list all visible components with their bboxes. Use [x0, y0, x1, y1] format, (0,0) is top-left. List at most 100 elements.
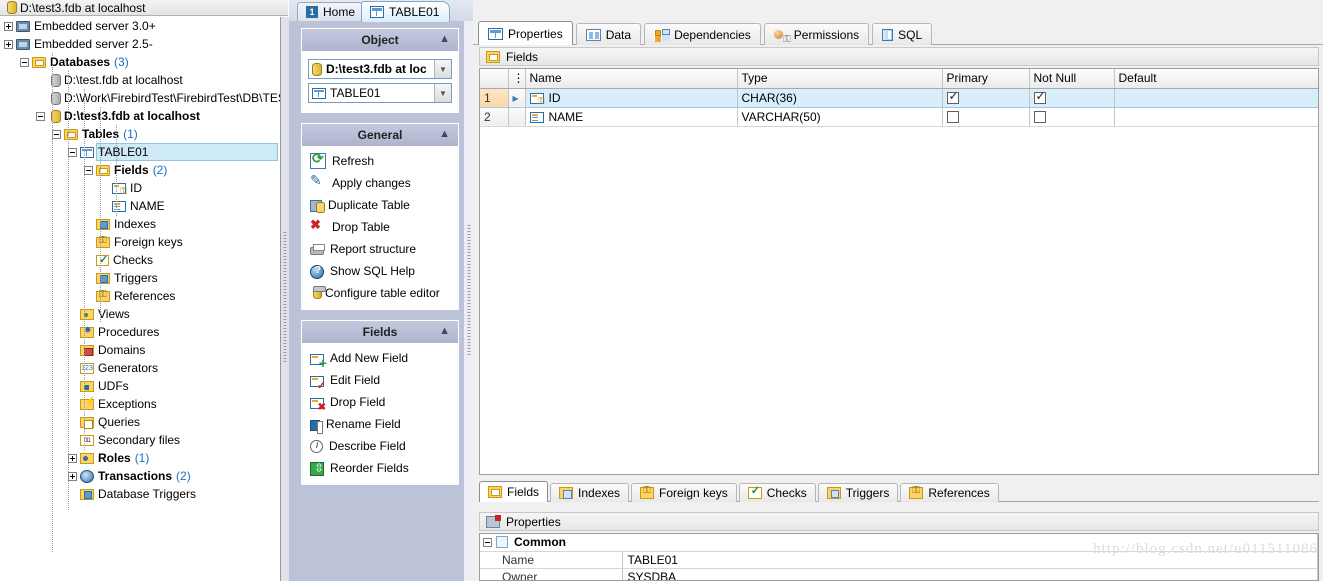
column-header-default[interactable]: Default	[1114, 69, 1318, 89]
table-selector[interactable]: TABLE01 ▼	[308, 83, 452, 103]
expand-icon[interactable]	[4, 39, 13, 49]
tree-item-id[interactable]: ID	[0, 179, 280, 197]
detail-tab-fields[interactable]: Fields	[479, 481, 549, 502]
document-tab-home[interactable]: 1 Home	[297, 2, 367, 21]
right-splitter[interactable]	[464, 0, 473, 581]
tree-item-d-test3-fdb-at-localhost[interactable]: D:\test3.fdb at localhost	[0, 107, 280, 125]
cell-not-null-checkbox[interactable]	[1029, 107, 1115, 127]
fields-grid[interactable]: ⋮NameTypePrimaryNot NullDefault 1▸ ID CHAR…	[479, 68, 1319, 475]
right-splitter-grip[interactable]	[467, 225, 470, 355]
action-drop-field[interactable]: Drop Field	[302, 391, 458, 413]
tree-item-tables[interactable]: Tables(1)	[0, 125, 280, 143]
action-configure-table-editor[interactable]: Configure table editor	[302, 282, 458, 304]
document-tab-table01[interactable]: TABLE01	[361, 1, 451, 22]
cell-default[interactable]	[1114, 107, 1318, 127]
column-header-name[interactable]: Name	[525, 69, 738, 89]
object-panel-header[interactable]: Object ▲	[302, 29, 458, 51]
view-tab-sql[interactable]: SQL	[872, 23, 933, 45]
cell-name[interactable]: ID	[525, 87, 738, 108]
collapse-icon[interactable]	[20, 57, 29, 67]
detail-tab-foreign-keys[interactable]: Foreign keys	[631, 483, 737, 502]
tree-item-procedures[interactable]: Procedures	[0, 323, 280, 341]
view-tab-properties[interactable]: Properties	[478, 21, 573, 45]
collapse-chevron-icon[interactable]: ▲	[439, 325, 450, 337]
tree-item-triggers[interactable]: Triggers	[0, 269, 280, 287]
detail-tab-triggers[interactable]: Triggers	[817, 483, 899, 502]
table-row[interactable]: 2 NAME VARCHAR(50)	[480, 107, 1318, 127]
collapse-icon[interactable]	[84, 165, 93, 175]
cell-type[interactable]: CHAR(36)	[737, 87, 943, 108]
detail-tab-indexes[interactable]: Indexes	[550, 483, 630, 502]
action-show-sql-help[interactable]: Show SQL Help	[302, 260, 458, 282]
action-add-new-field[interactable]: Add New Field	[302, 347, 458, 371]
cell-not-null-checkbox[interactable]	[1029, 87, 1115, 108]
cell-name[interactable]: NAME	[525, 107, 738, 127]
property-row[interactable]: Owner SYSDBA	[480, 568, 1318, 580]
expand-icon[interactable]	[68, 471, 77, 481]
tree-item-transactions[interactable]: Transactions (2)	[0, 467, 280, 485]
detail-tab-references[interactable]: References	[900, 483, 999, 502]
collapse-icon[interactable]	[52, 129, 61, 139]
action-report-structure[interactable]: Report structure	[302, 238, 458, 260]
checkbox-checked-icon[interactable]	[1033, 89, 1046, 104]
column-header-not-null[interactable]: Not Null	[1029, 69, 1115, 89]
collapse-icon[interactable]	[68, 147, 77, 157]
expand-icon[interactable]	[68, 453, 77, 463]
tree-item-embedded-server-2-5[interactable]: Embedded server 2.5-	[0, 35, 280, 53]
cell-primary-checkbox[interactable]	[942, 87, 1030, 108]
tree-item-d-work-firebirdtest-firebirdtest-db-test-f[interactable]: D:\Work\FirebirdTest\FirebirdTest\DB\TES…	[0, 89, 280, 107]
tree-item-secondary-files[interactable]: 011 Secondary files	[0, 431, 280, 449]
tree-item-table01[interactable]: TABLE01	[0, 143, 280, 161]
tree-item-database-triggers[interactable]: Database Triggers	[0, 485, 280, 503]
action-reorder-fields[interactable]: Reorder Fields	[302, 457, 458, 479]
tree-item-d-test-fdb-at-localhost[interactable]: D:\test.fdb at localhost	[0, 71, 280, 89]
checkbox-unchecked-icon[interactable]	[1033, 110, 1046, 123]
action-refresh[interactable]: Refresh	[302, 150, 458, 172]
object-tree[interactable]: Embedded server 3.0+ Embedded server 2.5-…	[0, 17, 281, 581]
tree-item-fields[interactable]: Fields (2)	[0, 161, 280, 179]
chevron-down-icon[interactable]: ▼	[434, 60, 451, 78]
action-describe-field[interactable]: Describe Field	[302, 435, 458, 457]
cell-primary-checkbox[interactable]	[942, 107, 1030, 127]
cell-default[interactable]	[1114, 87, 1318, 108]
left-splitter-grip[interactable]	[283, 232, 287, 362]
database-selector[interactable]: D:\test3.fdb at loc ▼	[308, 59, 452, 79]
column-header-primary[interactable]: Primary	[942, 69, 1030, 89]
expand-icon[interactable]	[4, 21, 13, 31]
view-tab-permissions[interactable]: Permissions	[763, 23, 870, 45]
action-edit-field[interactable]: Edit Field	[302, 369, 458, 392]
tree-item-foreign-keys[interactable]: Foreign keys	[0, 233, 280, 251]
collapse-chevron-icon[interactable]: ▲	[439, 33, 450, 45]
checkbox-unchecked-icon[interactable]	[946, 110, 959, 123]
tree-item-generators[interactable]: 123 Generators	[0, 359, 280, 377]
general-panel-header[interactable]: General ▲	[302, 124, 458, 146]
tree-item-domains[interactable]: Domains	[0, 341, 280, 359]
tree-item-queries[interactable]: Queries	[0, 413, 280, 431]
tree-item-indexes[interactable]: Indexes	[0, 215, 280, 233]
collapse-icon[interactable]	[36, 111, 45, 121]
collapse-chevron-icon[interactable]: ▲	[439, 128, 450, 140]
action-rename-field[interactable]: Rename Field	[302, 413, 458, 435]
fields-panel-header[interactable]: Fields ▲	[302, 321, 458, 343]
action-duplicate-table[interactable]: Duplicate Table	[302, 194, 458, 216]
tree-item-views[interactable]: Views	[0, 305, 280, 323]
tree-item-embedded-server-3-0[interactable]: Embedded server 3.0+	[0, 17, 280, 35]
table-row[interactable]: 1▸ ID CHAR(36)	[480, 87, 1318, 108]
left-splitter[interactable]	[281, 17, 289, 581]
property-value[interactable]: SYSDBA	[622, 568, 1318, 580]
tree-item-references[interactable]: References	[0, 287, 280, 305]
view-tab-dependencies[interactable]: Dependencies	[644, 23, 761, 45]
action-apply-changes[interactable]: Apply changes	[302, 172, 458, 194]
tree-item-name[interactable]: NAME	[0, 197, 280, 215]
checkbox-checked-icon[interactable]	[946, 89, 959, 104]
column-header-type[interactable]: Type	[737, 69, 943, 89]
chevron-down-icon[interactable]: ▼	[434, 84, 451, 102]
detail-tab-checks[interactable]: Checks	[738, 483, 816, 502]
cell-type[interactable]: VARCHAR(50)	[737, 107, 943, 127]
tree-item-udfs[interactable]: UDFs	[0, 377, 280, 395]
collapse-icon[interactable]	[483, 538, 492, 548]
tree-item-databases[interactable]: Databases (3)	[0, 53, 280, 71]
action-drop-table[interactable]: Drop Table	[302, 216, 458, 238]
view-tab-data[interactable]: Data	[575, 23, 642, 45]
tree-item-checks[interactable]: Checks	[0, 251, 280, 269]
